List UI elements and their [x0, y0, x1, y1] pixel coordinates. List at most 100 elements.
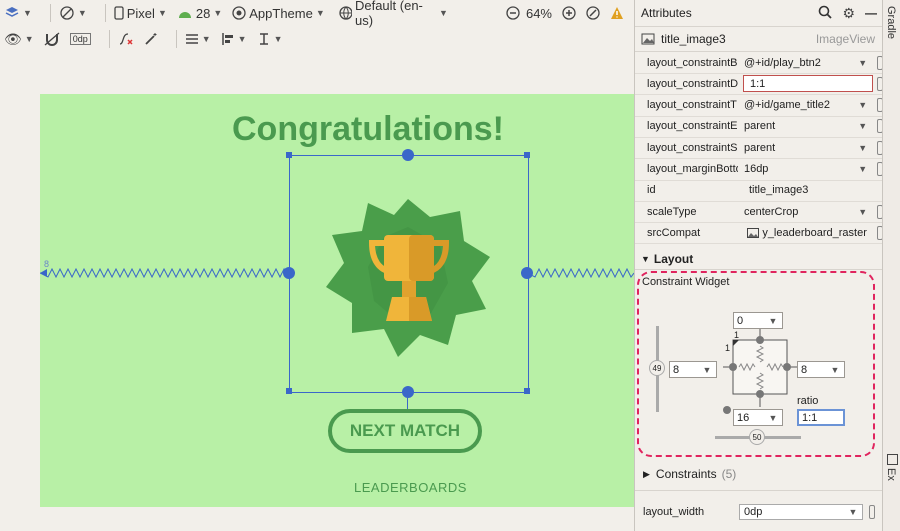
autoconnect-button[interactable]	[44, 32, 60, 46]
vertical-bias-value[interactable]: 49	[649, 360, 665, 376]
attribute-value[interactable]: 16dp	[738, 163, 848, 175]
top-margin-dropdown[interactable]: 0 ▼	[733, 312, 783, 329]
attribute-value[interactable]: 1:1	[743, 75, 873, 93]
top-margin-value: 0	[737, 314, 744, 327]
attribute-binding-pill[interactable]	[869, 505, 875, 519]
orientation-button[interactable]: ▼	[59, 5, 87, 21]
zoom-fit-button[interactable]	[586, 6, 600, 20]
attribute-row: layout_constraintD 1:1	[635, 73, 883, 96]
align-button[interactable]: ▼	[221, 32, 247, 46]
infer-constraints-button[interactable]	[144, 32, 158, 46]
resize-handle-bottom-right[interactable]	[524, 388, 530, 394]
attribute-name: layout_constraintE	[647, 120, 738, 133]
warnings-button[interactable]	[610, 6, 624, 20]
device-selector[interactable]: Pixel ▼	[114, 6, 167, 21]
chevron-down-icon: ▼	[848, 507, 858, 517]
chevron-down-icon: ▼	[237, 34, 247, 44]
attribute-value[interactable]: parent	[738, 142, 848, 154]
layout-width-row: layout_width 0dp ▼	[635, 501, 883, 523]
attribute-row: id title_image3	[635, 180, 883, 202]
design-canvas[interactable]: Congratulations! 8 NEXT MATCH LEADERBOAR…	[0, 52, 634, 531]
anchor-bottom[interactable]	[402, 386, 414, 398]
next-match-button[interactable]: NEXT MATCH	[328, 409, 482, 453]
attribute-value[interactable]: centerCrop	[738, 206, 848, 218]
layout-section-header[interactable]: ▼ Layout	[635, 249, 883, 270]
layout-section-title: Layout	[653, 252, 694, 266]
gear-icon[interactable]: ⚙	[842, 5, 855, 22]
align-icon	[221, 33, 233, 45]
locale-selector[interactable]: Default (en-us) ▼	[339, 0, 448, 28]
constraints-section-header[interactable]: ▶ Constraints (5)	[643, 467, 736, 481]
view-options-button[interactable]: 👁 ▼	[4, 31, 34, 48]
layout-width-dropdown[interactable]: 0dp ▼	[739, 504, 863, 520]
attributes-panel: Attributes ⚙ — title_image3 ImageView la…	[634, 0, 883, 531]
warning-icon	[611, 7, 623, 19]
left-margin-dropdown[interactable]: 8 ▼	[669, 361, 717, 378]
layout-width-label: layout_width	[643, 506, 705, 518]
api-label: 28	[195, 5, 211, 21]
zoom-out-button[interactable]	[506, 6, 520, 20]
minimize-icon[interactable]: —	[865, 6, 877, 20]
expand-triangle-icon: ▼	[641, 254, 650, 264]
chevron-down-icon[interactable]: ▼	[854, 164, 871, 174]
chevron-down-icon: ▼	[201, 34, 211, 44]
anchor-left[interactable]	[283, 267, 295, 279]
congratulations-title[interactable]: Congratulations!	[232, 110, 512, 149]
attribute-name: scaleType	[647, 205, 697, 218]
resize-handle-bottom-left[interactable]	[286, 388, 292, 394]
chevron-down-icon[interactable]: ▼	[854, 121, 871, 131]
selection-bounds[interactable]	[289, 155, 529, 393]
magnet-off-icon	[44, 32, 60, 46]
component-header: title_image3 ImageView	[635, 27, 883, 52]
attribute-value[interactable]: title_image3	[743, 184, 859, 196]
anchor-right[interactable]	[521, 267, 533, 279]
chevron-down-icon: ▼	[213, 8, 223, 18]
design-surface-button[interactable]: ▼	[4, 5, 32, 21]
collapse-triangle-icon: ▶	[643, 468, 650, 479]
chevron-down-icon: ▼	[768, 315, 778, 326]
ratio-input[interactable]: 1:1	[797, 409, 845, 426]
theme-selector[interactable]: AppTheme ▼	[232, 6, 325, 21]
anchor-top[interactable]	[402, 149, 414, 161]
chevron-down-icon: ▼	[273, 34, 283, 44]
right-tool-strip: Gradle Device File Ex	[882, 0, 900, 531]
leaderboards-link[interactable]: LEADERBOARDS	[354, 480, 467, 495]
bottom-margin-dropdown[interactable]: 16 ▼	[733, 409, 783, 426]
theme-label: AppTheme	[249, 5, 313, 21]
component-id: title_image3	[661, 32, 726, 46]
attribute-row: scaleType centerCrop ▼	[635, 201, 883, 224]
resize-handle-top-left[interactable]	[286, 152, 292, 158]
globe-icon	[339, 6, 352, 20]
chevron-down-icon[interactable]: ▼	[854, 143, 871, 153]
ratio-corner-label: 1	[734, 330, 740, 340]
right-margin-dropdown[interactable]: 8 ▼	[797, 361, 845, 378]
margin-marker: 8	[44, 259, 50, 269]
attribute-value[interactable]: parent	[738, 120, 848, 132]
api-selector[interactable]: 28 ▼	[177, 6, 222, 21]
chevron-down-icon[interactable]: ▼	[854, 207, 871, 217]
clear-constraints-button[interactable]	[118, 32, 134, 46]
zoom-out-icon	[506, 6, 520, 20]
chevron-down-icon[interactable]: ▼	[854, 58, 871, 68]
zoom-in-button[interactable]	[562, 6, 576, 20]
pack-button[interactable]: ▼	[185, 32, 211, 46]
horizontal-bias-value[interactable]: 50	[749, 429, 765, 445]
search-icon[interactable]	[818, 5, 833, 22]
device-file-explorer-tab[interactable]: Device File Ex	[885, 468, 900, 531]
constraint-widget-title: Constraint Widget	[642, 276, 730, 288]
chevron-down-icon: ▼	[24, 34, 34, 44]
guidelines-button[interactable]: ▼	[257, 32, 283, 46]
attribute-value[interactable]: @+id/play_btn2	[738, 57, 848, 69]
chevron-down-icon[interactable]: ▼	[854, 100, 871, 110]
resize-handle-top-right[interactable]	[524, 152, 530, 158]
attributes-title: Attributes	[641, 6, 692, 20]
bottom-margin-value: 16	[737, 411, 750, 424]
left-margin-value: 8	[673, 363, 680, 376]
attribute-value[interactable]: y_leaderboard_raster	[762, 227, 872, 239]
attribute-row: layout_marginBotto 16dp ▼	[635, 159, 883, 181]
component-type: ImageView	[815, 32, 875, 46]
zoom-fit-icon	[586, 6, 600, 20]
gradle-tab[interactable]: Gradle	[885, 6, 897, 39]
default-margin-button[interactable]: 0dp	[69, 33, 91, 45]
attribute-value[interactable]: @+id/game_title2	[738, 99, 848, 111]
